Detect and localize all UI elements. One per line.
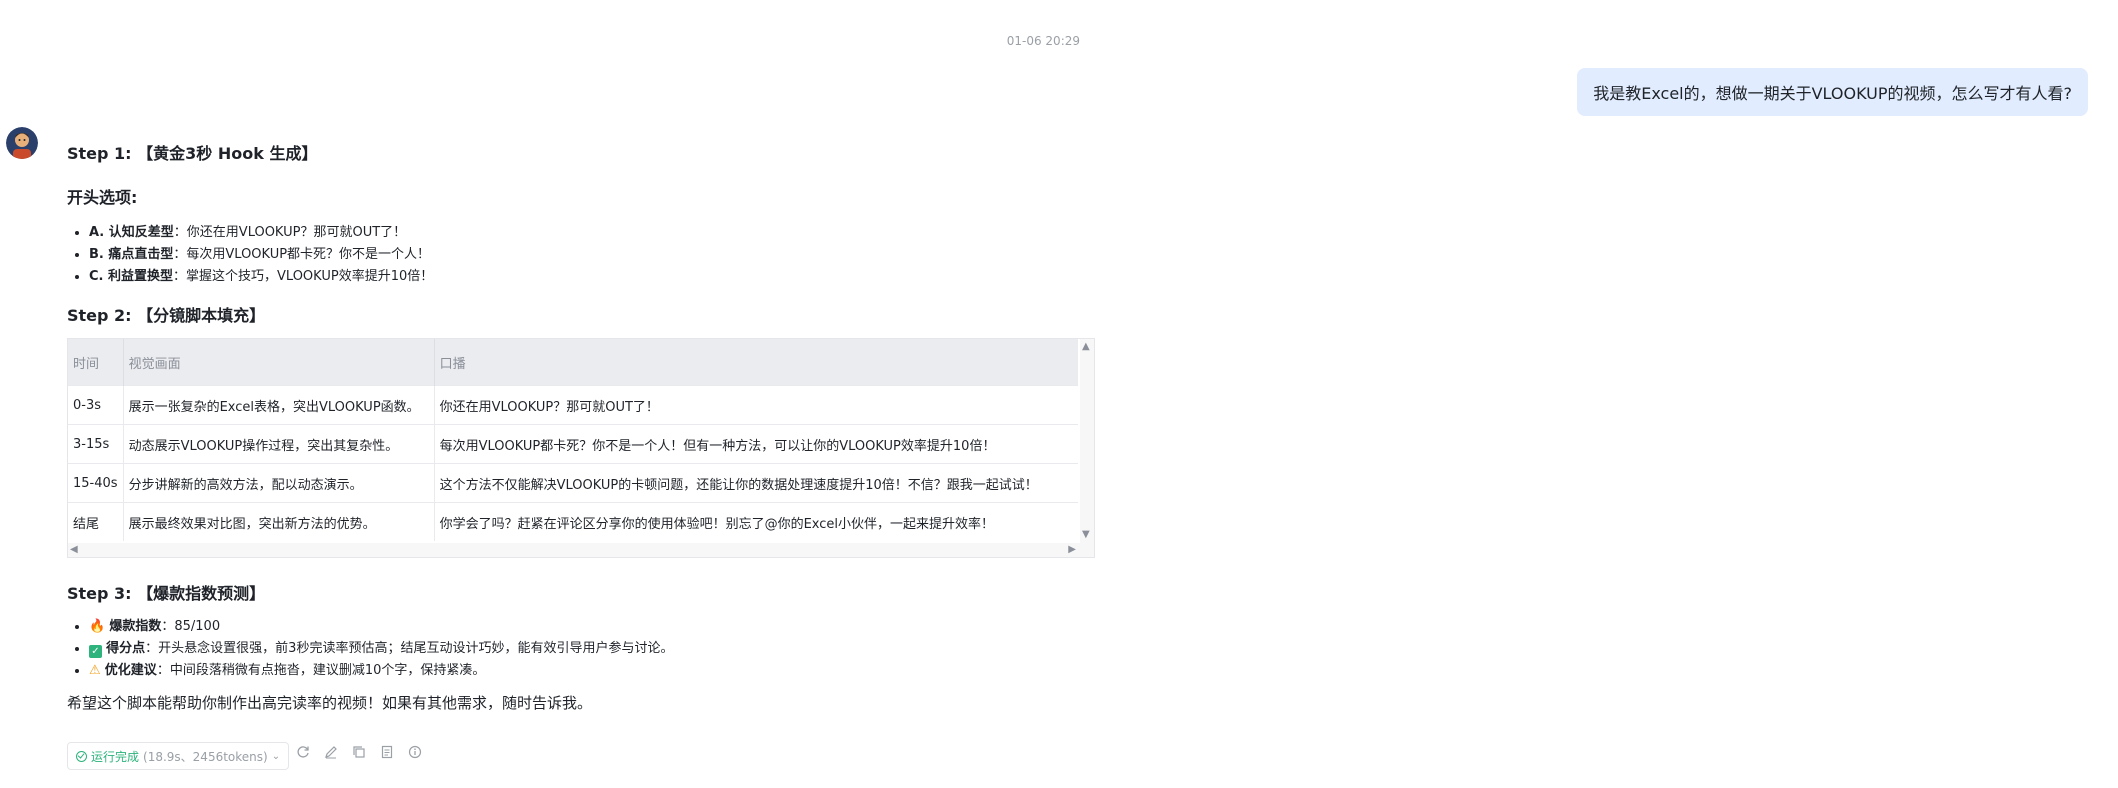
document-icon[interactable] [379,744,395,760]
hook-options-list: A. 认知反差型：你还在用VLOOKUP？那可就OUT了！ B. 痛点直击型：每… [67,222,1097,288]
table-row: 0-3s 展示一张复杂的Excel表格，突出VLOOKUP函数。 你还在用VLO… [68,385,1078,425]
list-item: B. 痛点直击型：每次用VLOOKUP都卡死？你不是一个人！ [89,244,1097,266]
scroll-left-arrow-icon[interactable]: ◀ [70,544,78,556]
message-toolbar [295,744,423,760]
scroll-right-arrow-icon[interactable]: ▶ [1068,544,1076,556]
scroll-down-arrow-icon[interactable]: ▼ [1082,529,1090,541]
status-label: 运行完成 [91,749,140,764]
table-header-row: 时间 视觉画面 口播 [68,339,1078,386]
column-header-time: 时间 [68,339,124,386]
table-cell: 展示一张复杂的Excel表格，突出VLOOKUP函数。 [123,385,435,425]
options-heading: 开头选项: [67,188,138,207]
step2-heading: Step 2: 【分镜脚本填充】 [67,306,266,325]
info-icon[interactable] [407,744,423,760]
table-cell: 你学会了吗？赶紧在评论区分享你的使用体验吧！别忘了@你的Excel小伙伴，一起来… [434,502,1078,541]
table-cell: 15-40s [68,463,124,503]
fire-icon: 🔥 [89,619,106,634]
table-cell: 每次用VLOOKUP都卡死？你不是一个人！但有一种方法，可以让你的VLOOKUP… [434,424,1078,464]
warning-icon: ⚠ [89,663,101,678]
column-header-visual: 视觉画面 [123,339,435,386]
list-item: ⚠ 优化建议：中间段落稍微有点拖沓，建议删减10个字，保持紧凑。 [89,660,1097,682]
assistant-answer: Step 1: 【黄金3秒 Hook 生成】 开头选项: A. 认知反差型：你还… [67,140,1097,713]
user-message-bubble: 我是教Excel的，想做一期关于VLOOKUP的视频，怎么写才有人看? [1577,68,2088,116]
closing-text: 希望这个脚本能帮助你制作出高完读率的视频！如果有其他需求，随时告诉我。 [67,694,593,712]
check-circle-icon [76,750,87,762]
chevron-down-icon: ⌄ [271,750,281,762]
forecast-list: 🔥 爆款指数：85/100 ✓ 得分点：开头悬念设置很强，前3秒完读率预估高；结… [67,616,1097,682]
copy-icon[interactable] [351,744,367,760]
assistant-avatar [6,127,38,159]
edit-icon[interactable] [323,744,339,760]
refresh-icon[interactable] [295,744,311,760]
column-header-narration: 口播 [434,339,1078,386]
table-cell: 你还在用VLOOKUP？那可就OUT了！ [434,385,1078,425]
table-row: 15-40s 分步讲解新的高效方法，配以动态演示。 这个方法不仅能解决VLOOK… [68,463,1078,503]
horizontal-scrollbar[interactable]: ◀ ▶ [68,543,1080,557]
storyboard-table: 时间 视觉画面 口播 0-3s 展示一张复杂的Excel表格，突出VLOOKUP… [68,339,1078,541]
table-cell: 结尾 [68,502,124,541]
table-cell: 3-15s [68,424,124,464]
script-table-container[interactable]: 时间 视觉画面 口播 0-3s 展示一张复杂的Excel表格，突出VLOOKUP… [67,338,1095,558]
table-row: 结尾 展示最终效果对比图，突出新方法的优势。 你学会了吗？赶紧在评论区分享你的使… [68,502,1078,541]
message-timestamp: 01-06 20:29 [1006,34,1080,48]
status-detail: (18.9s、2456tokens) [143,749,268,764]
list-item: ✓ 得分点：开头悬念设置很强，前3秒完读率预估高；结尾互动设计巧妙，能有效引导用… [89,638,1097,660]
table-row: 3-15s 动态展示VLOOKUP操作过程，突出其复杂性。 每次用VLOOKUP… [68,424,1078,464]
list-item: A. 认知反差型：你还在用VLOOKUP？那可就OUT了！ [89,222,1097,244]
run-status-button[interactable]: 运行完成 (18.9s、2456tokens) ⌄ [67,742,290,770]
table-cell: 展示最终效果对比图，突出新方法的优势。 [123,502,435,541]
step3-heading: Step 3: 【爆款指数预测】 [67,584,266,603]
table-cell: 这个方法不仅能解决VLOOKUP的卡顿问题，还能让你的数据处理速度提升10倍！不… [434,463,1078,503]
table-cell: 分步讲解新的高效方法，配以动态演示。 [123,463,435,503]
table-cell: 动态展示VLOOKUP操作过程，突出其复杂性。 [123,424,435,464]
check-box-icon: ✓ [89,645,102,658]
list-item: 🔥 爆款指数：85/100 [89,616,1097,638]
step1-heading: Step 1: 【黄金3秒 Hook 生成】 [67,144,318,163]
vertical-scrollbar[interactable]: ▲ ▼ [1080,339,1094,557]
list-item: C. 利益置换型：掌握这个技巧，VLOOKUP效率提升10倍！ [89,266,1097,288]
scroll-up-arrow-icon[interactable]: ▲ [1082,341,1090,353]
table-cell: 0-3s [68,385,124,425]
